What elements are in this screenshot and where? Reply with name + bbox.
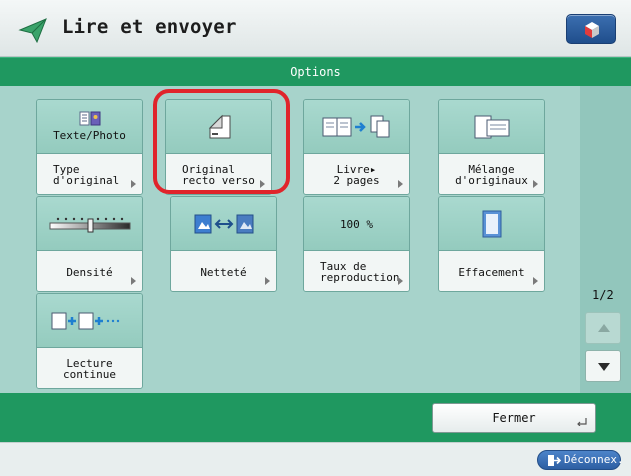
logout-label: Déconnex.	[564, 453, 624, 466]
page-title: Lire et envoyer	[62, 16, 237, 38]
tile-label: Netteté	[200, 265, 247, 279]
mixed-sizes-icon	[474, 115, 509, 138]
tile-label: Effacement	[458, 265, 525, 279]
logout-button[interactable]: Déconnex.	[537, 450, 624, 470]
text-photo-icon	[79, 111, 100, 126]
page-indicator: 1/2	[592, 288, 614, 302]
options-header: Options	[0, 57, 631, 86]
chevron-right-icon	[398, 180, 403, 188]
density-slider-icon	[49, 217, 130, 232]
scroll-column	[580, 86, 631, 393]
tile-value-text: Texte/Photo	[53, 129, 126, 142]
cube-icon	[585, 22, 599, 38]
arrow-up-icon	[598, 324, 610, 332]
tile-label: Lecture continue	[63, 357, 116, 381]
ratio-value: 100 %	[339, 218, 374, 231]
tile-label: Livre▸ 2 pages	[333, 163, 380, 187]
scroll-down-button[interactable]	[585, 350, 621, 382]
scroll-up-button[interactable]	[585, 312, 621, 344]
tile-sharpness[interactable]: Netteté	[170, 196, 277, 292]
tile-erase[interactable]: Effacement	[438, 196, 545, 292]
sharpness-icon	[194, 214, 253, 233]
chevron-right-icon	[131, 180, 136, 188]
tile-density[interactable]: Densité	[36, 196, 143, 292]
tile-label: Densité	[66, 265, 113, 279]
screen: Lire et envoyer Options Texte/Photo Type…	[0, 0, 631, 476]
tile-original-type[interactable]: Texte/Photo Type d'original	[36, 99, 143, 195]
send-plane-icon	[18, 18, 47, 44]
chevron-right-icon	[265, 277, 270, 285]
tile-mixed-originals[interactable]: Mélange d'originaux	[438, 99, 545, 195]
tile-reproduction-ratio[interactable]: 100 % Taux de reproduction	[303, 196, 410, 292]
highlight-frame	[153, 89, 290, 194]
chevron-right-icon	[131, 277, 136, 285]
tile-label: Mélange d'originaux	[455, 163, 528, 187]
title-bar: Lire et envoyer	[0, 0, 631, 57]
continuous-scan-icon	[51, 312, 119, 329]
arrow-down-icon	[598, 363, 610, 371]
system-status-button[interactable]	[566, 14, 616, 44]
chevron-right-icon	[533, 180, 538, 188]
tile-label: Taux de reproduction	[320, 260, 400, 284]
tile-label: Type d'original	[53, 163, 120, 187]
return-arrow-icon	[577, 418, 587, 426]
erase-frame-icon	[482, 210, 501, 237]
logout-icon	[548, 455, 561, 466]
tile-continuous-scan[interactable]: Lecture continue	[36, 293, 143, 389]
book-to-pages-icon	[322, 115, 389, 137]
chevron-right-icon	[533, 277, 538, 285]
tile-book-2-pages[interactable]: Livre▸ 2 pages	[303, 99, 410, 195]
chevron-right-icon	[398, 277, 403, 285]
close-button-label: Fermer	[492, 411, 536, 425]
close-button[interactable]: Fermer	[432, 403, 596, 433]
